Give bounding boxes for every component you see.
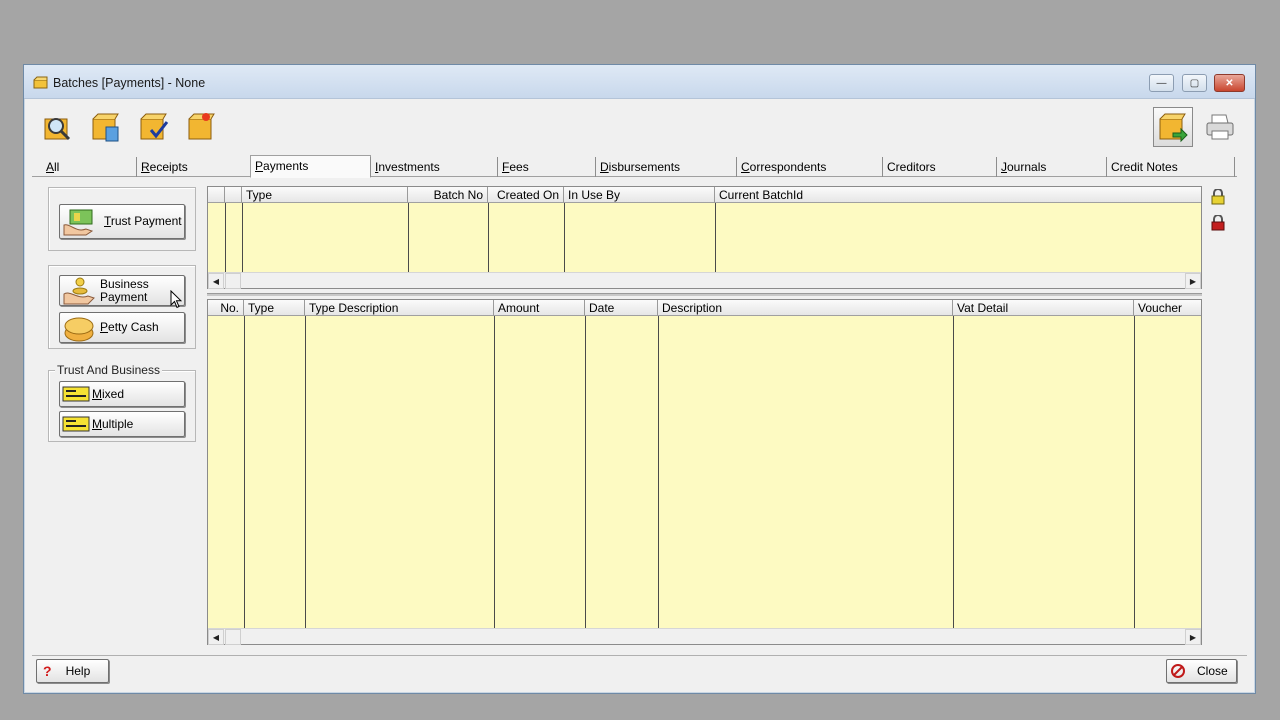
approve-box-icon [140,113,169,140]
minimize-button[interactable]: — [1149,74,1174,92]
box-icon [33,76,48,89]
column-divider [1134,316,1135,628]
business-payment-icon [63,277,95,304]
batch-grid-hscroll[interactable]: ◀ ▶ [208,272,1201,289]
title-bar[interactable]: Batches [Payments] - None — ▢ ✕ [24,65,1255,99]
batches-window: Batches [Payments] - None — ▢ ✕ All Rece… [23,64,1256,694]
lock-batch-button[interactable] [1207,212,1229,234]
trust-payment-button[interactable]: Trust Payment [59,204,185,239]
business-payment-button[interactable]: Business Payment [59,275,185,306]
tab-disbursements[interactable]: Disbursements [595,157,686,177]
batch-type-tabs: All Receipts Payments Investments Fees D… [32,155,1237,178]
tab-credit-notes[interactable]: Credit Notes [1106,157,1184,177]
batch-grid-header: Type Batch No Created On In Use By Curre… [208,187,1201,203]
printer-icon [1206,114,1234,140]
column-divider [244,316,245,628]
help-button[interactable]: ? Help [36,659,109,683]
column-divider [585,316,586,628]
tab-payments[interactable]: Payments [250,155,371,178]
print-button[interactable] [1202,109,1238,145]
mouse-cursor-icon [170,290,182,309]
scroll-thumb[interactable] [225,273,241,289]
column-header-vat-detail[interactable]: Vat Detail [953,300,1134,316]
new-box-icon [188,113,215,140]
column-divider [408,203,409,272]
column-header-type-description[interactable]: Type Description [305,300,494,316]
column-header-description[interactable]: Description [658,300,953,316]
window-close-button[interactable]: ✕ [1214,74,1245,92]
column-divider [225,203,226,272]
scroll-left-arrow-icon[interactable]: ◀ [208,629,224,645]
close-button[interactable]: Close [1166,659,1237,683]
column-header-created-on[interactable]: Created On [488,187,564,203]
petty-cash-button[interactable]: Petty Cash [59,312,185,343]
column-divider [658,316,659,628]
help-icon: ? [43,663,52,679]
mixed-batch-icon [62,386,90,402]
column-header-voucher[interactable]: Voucher [1134,300,1201,316]
column-header-amount[interactable]: Amount [494,300,585,316]
trust-and-business-label: Trust And Business [55,363,162,377]
close-icon [1171,664,1185,678]
scroll-right-arrow-icon[interactable]: ▶ [1185,273,1201,289]
column-header-batch-no[interactable]: Batch No [408,187,488,203]
export-box-button[interactable] [1153,107,1193,147]
footer-divider [32,655,1247,656]
tab-journals[interactable]: Journals [996,157,1052,177]
calculator-box-button[interactable] [88,109,124,145]
scroll-thumb[interactable] [225,629,241,645]
column-header-type[interactable]: Type [242,187,408,203]
toolbar [32,101,1247,153]
column-divider [305,316,306,628]
window-title: Batches [Payments] - None [53,76,206,90]
tab-investments[interactable]: Investments [370,157,446,177]
search-icon [44,118,71,141]
export-box-icon [1159,113,1188,143]
column-header-current-batchid[interactable]: Current BatchId [715,187,1201,203]
padlock-icon [1211,215,1225,231]
open-padlock-icon [1211,189,1225,205]
grid-splitter[interactable] [207,293,1202,296]
calculator-box-icon [92,113,119,142]
detail-grid-header: No. Type Type Description Amount Date De… [208,300,1201,316]
row-indicator-header [208,187,225,203]
scroll-right-arrow-icon[interactable]: ▶ [1185,629,1201,645]
tab-creditors[interactable]: Creditors [882,157,942,177]
column-divider [715,203,716,272]
tab-all[interactable]: All [42,157,65,177]
column-header-type[interactable]: Type [244,300,305,316]
unlock-batch-button[interactable] [1207,186,1229,208]
maximize-button[interactable]: ▢ [1182,74,1207,92]
multiple-button[interactable]: Multiple [59,411,185,437]
column-divider [564,203,565,272]
batch-grid[interactable]: Type Batch No Created On In Use By Curre… [207,186,1202,289]
row-selector-header [225,187,242,203]
trust-group: Trust Payment [48,187,196,251]
column-divider [494,316,495,628]
trust-and-business-group: Trust And Business Mixed Multiple [48,363,196,442]
petty-cash-icon [64,317,94,341]
column-divider [488,203,489,272]
tab-end-divider [1234,157,1235,177]
scroll-left-arrow-icon[interactable]: ◀ [208,273,224,289]
tab-receipts[interactable]: Receipts [136,157,194,177]
column-divider [242,203,243,272]
tab-correspondents[interactable]: Correspondents [736,157,832,177]
new-box-button[interactable] [184,109,220,145]
column-header-no[interactable]: No. [208,300,244,316]
trust-payment-icon [63,209,94,235]
column-header-in-use-by[interactable]: In Use By [564,187,715,203]
detail-grid-hscroll[interactable]: ◀ ▶ [208,628,1201,645]
multiple-batch-icon [62,416,90,432]
column-divider [953,316,954,628]
approve-box-button[interactable] [136,109,172,145]
batch-detail-grid[interactable]: No. Type Type Description Amount Date De… [207,299,1202,645]
column-header-date[interactable]: Date [585,300,658,316]
mixed-button[interactable]: Mixed [59,381,185,407]
search-button[interactable] [40,109,76,145]
tab-fees[interactable]: Fees [497,157,535,177]
